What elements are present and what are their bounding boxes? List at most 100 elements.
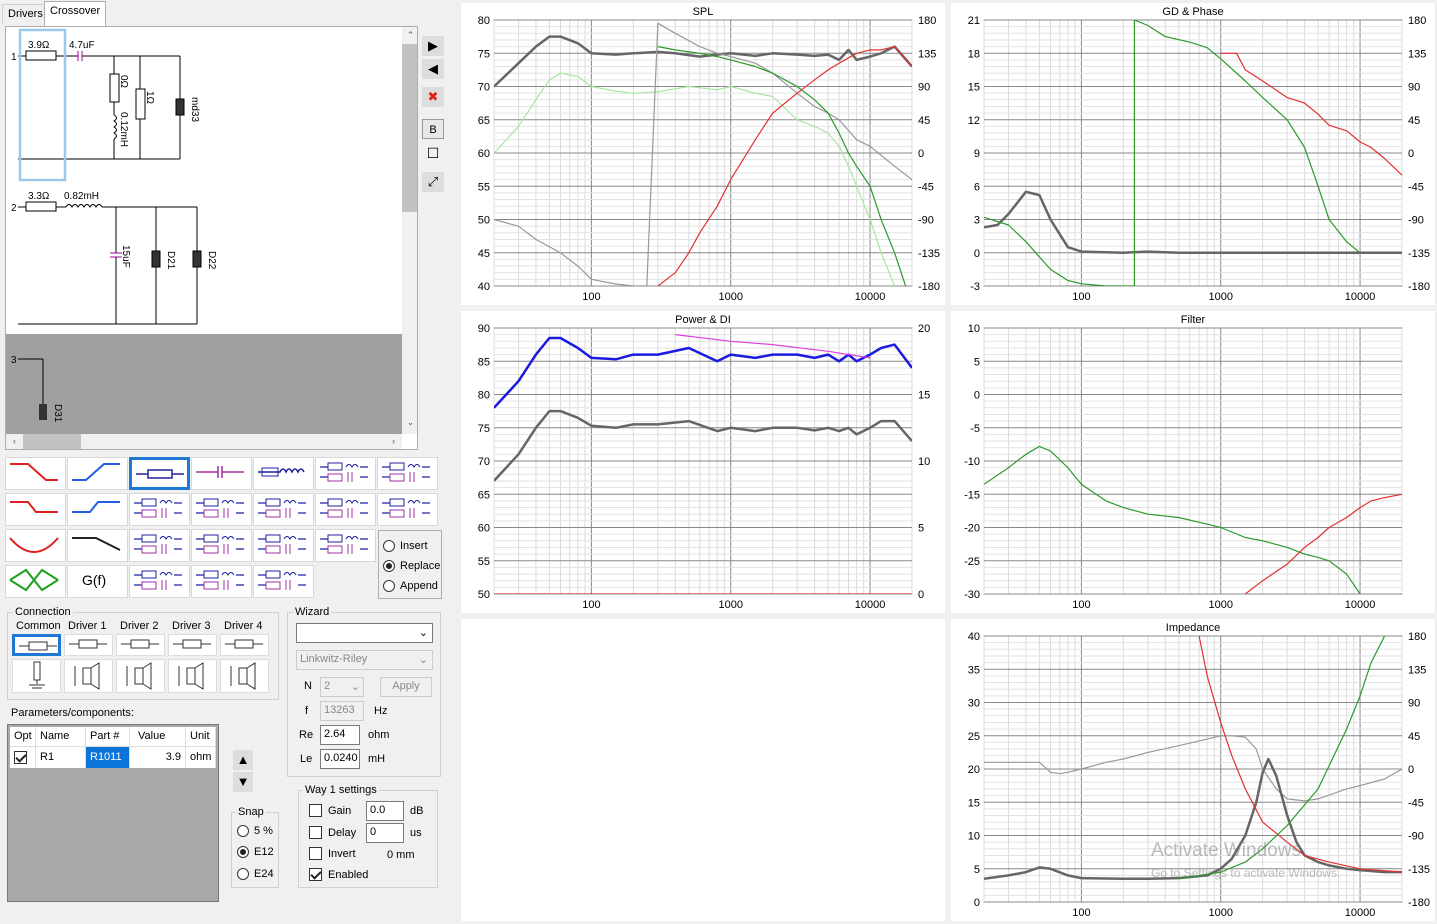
- connection-series-button[interactable]: [220, 634, 269, 656]
- column-header[interactable]: Name: [36, 727, 86, 747]
- connection-ground-icon[interactable]: [12, 659, 61, 693]
- component-rlc-parallel-a-icon[interactable]: [129, 529, 190, 562]
- table-row[interactable]: R1 R1011 3.9 ohm: [10, 747, 216, 768]
- connection-series-button[interactable]: [168, 634, 217, 656]
- opt-cell[interactable]: [10, 747, 36, 768]
- connection-driver-icon[interactable]: [168, 659, 217, 693]
- snap-e24[interactable]: E24: [237, 868, 274, 880]
- component-rc-series-icon[interactable]: [315, 457, 376, 490]
- component-notch-lo-icon[interactable]: [67, 493, 128, 526]
- component-rl-series-icon[interactable]: [253, 493, 314, 526]
- wizard-f-input[interactable]: 13263: [320, 701, 364, 721]
- part-cell[interactable]: R1011: [86, 747, 130, 768]
- power-di-chart[interactable]: 90 85 80 75 70 65 60 55 50 20 15 10 5 0 100 1000 10000 Po…: [461, 311, 945, 613]
- connection-series-button[interactable]: [116, 634, 165, 656]
- scroll-left-icon[interactable]: ‹: [6, 436, 23, 446]
- delay-checkbox[interactable]: Delay: [309, 826, 356, 839]
- radio-append-dot[interactable]: [383, 580, 395, 592]
- gain-checkbox[interactable]: Gain: [309, 804, 351, 817]
- play-right-icon[interactable]: ▶: [422, 36, 444, 56]
- connection-driver-icon[interactable]: [116, 659, 165, 693]
- scroll-down-icon[interactable]: ⌄: [402, 417, 417, 428]
- fit-icon[interactable]: ⤢: [422, 172, 444, 192]
- invert-check-box[interactable]: [309, 847, 322, 860]
- delay-check-box[interactable]: [309, 826, 322, 839]
- component-rlc-parallel-d-icon[interactable]: [315, 529, 376, 562]
- snap-e12[interactable]: E12: [237, 846, 274, 858]
- radio-replace-dot[interactable]: [383, 560, 395, 572]
- component-bandstop-icon[interactable]: [5, 529, 66, 562]
- component-inductor-icon[interactable]: [253, 457, 314, 490]
- radio-append[interactable]: Append: [383, 580, 438, 592]
- component-rlc-ladder-c-icon[interactable]: [253, 565, 314, 598]
- delete-icon[interactable]: ✖: [422, 87, 444, 107]
- connection-series-button[interactable]: [12, 634, 61, 656]
- name-cell[interactable]: R1: [36, 747, 86, 768]
- component-bandpass-icon[interactable]: [5, 565, 66, 598]
- filter-chart[interactable]: 10 5 0 -5 -10 -15 -20 -25 -30 100 1000 10000 Filter: [951, 311, 1435, 613]
- radio-insert-dot[interactable]: [383, 540, 395, 552]
- vscroll-thumb[interactable]: [402, 44, 417, 212]
- component-high-cut-icon[interactable]: [5, 457, 66, 490]
- move-down-icon[interactable]: ▼: [233, 772, 253, 792]
- apply-button[interactable]: Apply: [380, 677, 432, 697]
- invert-checkbox[interactable]: Invert: [309, 847, 356, 860]
- wizard-le-input[interactable]: 0.0240: [320, 749, 360, 769]
- snap-e12-dot[interactable]: [237, 846, 249, 858]
- parameters-table[interactable]: Opt Name Part # Value Unit R1 R1011 3.9 ohm: [7, 724, 219, 902]
- component-g-of-f-icon[interactable]: G(f): [67, 565, 128, 598]
- scroll-up-icon[interactable]: ⌃: [402, 30, 417, 41]
- column-header[interactable]: Value: [130, 727, 186, 747]
- play-left-icon[interactable]: ◀: [422, 59, 444, 79]
- unit-cell[interactable]: ohm: [186, 747, 216, 768]
- gain-input[interactable]: 0.0: [366, 801, 404, 821]
- wizard-n-select[interactable]: 2 ⌄: [320, 677, 364, 697]
- connection-driver-icon[interactable]: [220, 659, 269, 693]
- component-low-cut-icon[interactable]: [67, 457, 128, 490]
- schematic-hscroll[interactable]: ‹ ›: [6, 434, 402, 449]
- component-rlc-ladder-b-icon[interactable]: [191, 565, 252, 598]
- move-up-icon[interactable]: ▲: [233, 750, 253, 770]
- column-header[interactable]: Opt: [10, 727, 36, 747]
- tab-crossover[interactable]: Crossover: [44, 1, 107, 26]
- schematic-view[interactable]: 1 2 3.9Ω 4.7uF 0Ω 0.12mH 1Ω md33 3.3Ω 0.…: [5, 26, 418, 450]
- component-rlc-parallel-c-icon[interactable]: [253, 529, 314, 562]
- snap-5pct[interactable]: 5 %: [237, 825, 273, 837]
- schematic-vscroll[interactable]: ⌃ ⌄: [402, 27, 417, 434]
- component-rlc-ladder-a-icon[interactable]: [129, 565, 190, 598]
- enabled-check-box[interactable]: [309, 868, 322, 881]
- component-rlc-parallel-b-icon[interactable]: [191, 529, 252, 562]
- radio-insert[interactable]: Insert: [383, 540, 428, 552]
- value-cell[interactable]: 3.9: [130, 747, 186, 768]
- radio-replace[interactable]: Replace: [383, 560, 440, 572]
- snap-e24-dot[interactable]: [237, 868, 249, 880]
- connection-driver-icon[interactable]: [64, 659, 113, 693]
- delay-input[interactable]: 0: [366, 823, 404, 843]
- snap-5pct-dot[interactable]: [237, 825, 249, 837]
- column-header[interactable]: Part #: [86, 727, 130, 747]
- gain-check-box[interactable]: [309, 804, 322, 817]
- wizard-type-select[interactable]: ⌄: [296, 623, 433, 643]
- opt-checkbox[interactable]: [14, 751, 27, 764]
- scroll-right-icon[interactable]: ›: [385, 436, 402, 446]
- gd-phase-chart[interactable]: 21 18 15 12 9 6 3 0 -3 180 135 90 45 0 -45 -90 -135 -180 1…: [951, 3, 1435, 305]
- component-lrc-series-icon[interactable]: [377, 493, 438, 526]
- square-icon[interactable]: ☐: [422, 143, 444, 163]
- component-notch-hi-icon[interactable]: [5, 493, 66, 526]
- connection-series-button[interactable]: [64, 634, 113, 656]
- component-rlc-series-icon[interactable]: [315, 493, 376, 526]
- hscroll-thumb[interactable]: [23, 434, 81, 449]
- component-shelf-icon[interactable]: [67, 529, 128, 562]
- spl-chart[interactable]: 80 75 70 65 60 55 50 45 40 180 135 90 45 0 -45 -90 -135-…: [461, 3, 945, 305]
- column-header[interactable]: Unit: [186, 727, 216, 747]
- wizard-alignment-select[interactable]: Linkwitz-Riley ⌄: [296, 650, 433, 670]
- b-button[interactable]: B: [422, 119, 444, 139]
- wizard-re-input[interactable]: 2.64: [320, 725, 360, 745]
- component-rc-parallel-icon[interactable]: [191, 493, 252, 526]
- component-lc-series-icon[interactable]: [377, 457, 438, 490]
- enabled-checkbox[interactable]: Enabled: [309, 868, 368, 881]
- component-resistor-icon[interactable]: [129, 457, 190, 490]
- component-rl-parallel-icon[interactable]: [129, 493, 190, 526]
- component-capacitor-icon[interactable]: [191, 457, 252, 490]
- tab-drivers[interactable]: Drivers: [2, 4, 49, 24]
